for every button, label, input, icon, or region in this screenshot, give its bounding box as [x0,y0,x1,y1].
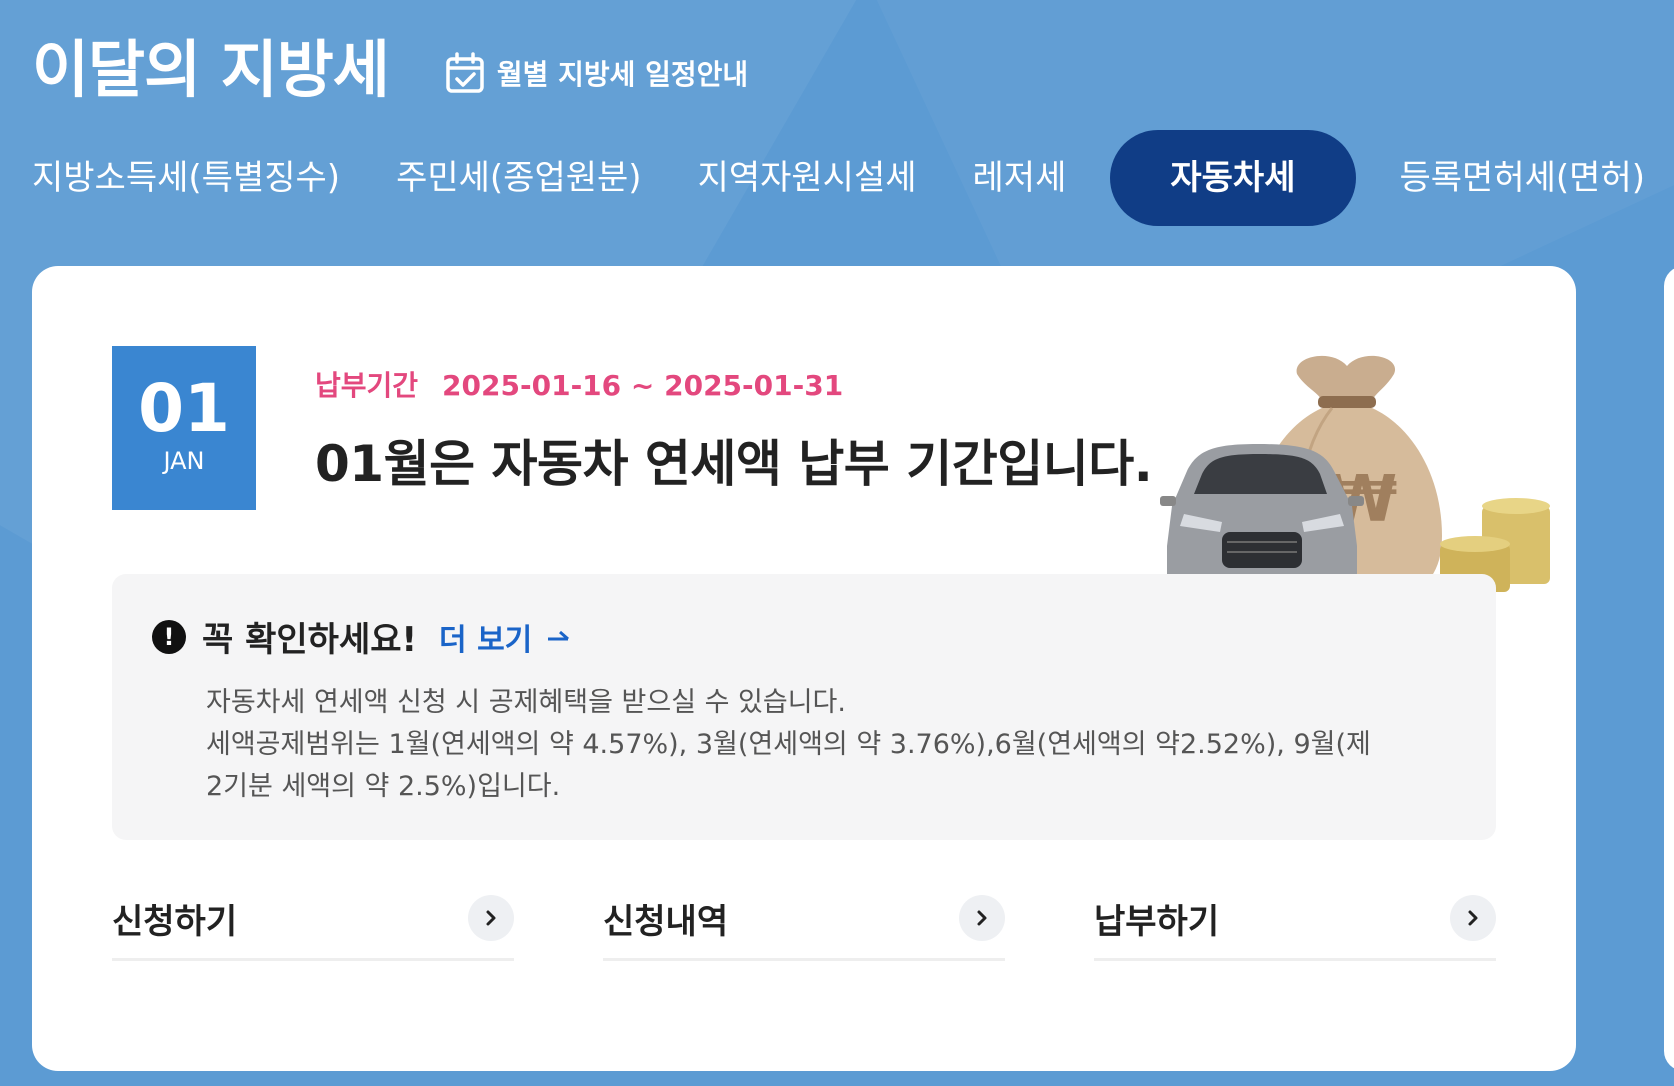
notice-line: 자동차세 연세액 신청 시 공제혜택을 받으실 수 있습니다. [206,687,846,718]
next-card-preview [1664,266,1674,1071]
page-header: 이달의 지방세 월별 지방세 일정안내 [32,30,748,110]
tax-info-card: 01 JAN 납부기간 2025-01-16 ~ 2025-01-31 01월은 … [32,266,1576,1071]
apply-button[interactable]: 신청하기 [112,878,514,961]
date-badge: 01 JAN [112,346,256,510]
apply-label: 신청하기 [112,901,238,942]
date-day: 01 [138,370,230,447]
payment-period-label: 납부기간 [315,369,419,402]
exclamation-icon: ! [152,619,186,654]
tab-leisure-tax[interactable]: 레저세 [945,130,1095,226]
date-month: JAN [163,447,205,475]
calendar-check-icon [446,52,484,93]
tab-automobile-tax[interactable]: 자동차세 [1110,130,1356,226]
page-title: 이달의 지방세 [32,33,390,106]
payment-period-value: 2025-01-16 ~ 2025-01-31 [442,369,844,402]
tab-local-income-tax[interactable]: 지방소득세(특별징수) [0,130,368,226]
notice-line: 2기분 세액의 약 2.5%)입니다. [206,771,561,802]
chevron-right-icon [959,895,1005,941]
chevron-right-icon [468,895,514,941]
tab-registration-license-tax[interactable]: 등록면허세(면허) [1372,130,1674,226]
action-links: 신청하기 신청내역 납부하기 [112,878,1496,961]
card-headline: 01월은 자동차 연세액 납부 기간입니다. [315,435,1153,493]
pay-label: 납부하기 [1094,901,1220,942]
monthly-schedule-link[interactable]: 월별 지방세 일정안내 [445,52,748,94]
tab-resident-tax[interactable]: 주민세(종업원분) [368,130,670,226]
notice-line: 세액공제범위는 1월(연세액의 약 4.57%), 3월(연세액의 약 3.76… [206,729,1371,760]
application-history-button[interactable]: 신청내역 [603,878,1005,961]
see-more-label: 더 보기 [439,622,533,658]
notice-title: 꼭 확인하세요! [202,620,418,660]
notice-header: ! 꼭 확인하세요! 더 보기 [152,612,574,661]
notice-box: ! 꼭 확인하세요! 더 보기 자동차세 연세액 신청 시 공제혜택을 받으실 … [112,574,1496,840]
payment-period: 납부기간 2025-01-16 ~ 2025-01-31 [315,364,843,404]
tax-tabs: 지방소득세(특별징수) 주민세(종업원분) 지역자원시설세 레저세 자동차세 등… [0,130,1673,226]
pay-button[interactable]: 납부하기 [1094,878,1496,961]
chevron-right-icon [1450,895,1496,941]
application-history-label: 신청내역 [603,901,729,942]
see-more-link[interactable]: 더 보기 [439,615,574,659]
arrow-right-icon [548,630,570,640]
monthly-schedule-label: 월별 지방세 일정안내 [496,58,749,91]
tab-regional-resource-tax[interactable]: 지역자원시설세 [670,130,945,226]
notice-body: 자동차세 연세액 신청 시 공제혜택을 받으실 수 있습니다. 세액공제범위는 … [206,682,1446,808]
